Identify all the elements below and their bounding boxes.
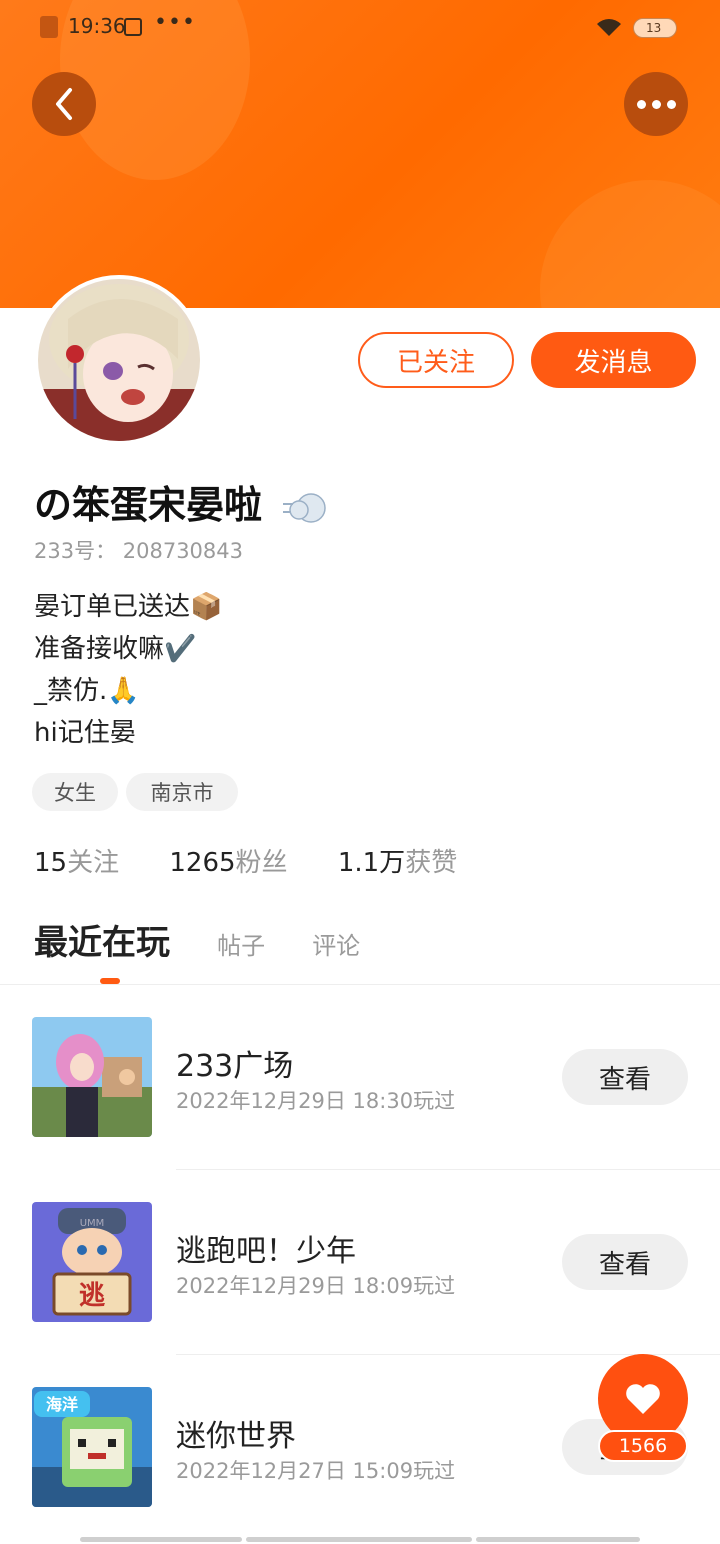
header-decoration	[540, 180, 720, 308]
bio-line: 晏订单已送达📦	[34, 592, 223, 622]
notification-icon	[40, 16, 58, 38]
like-count-badge: 1566	[598, 1430, 688, 1462]
scroll-indicator	[246, 1537, 472, 1542]
status-time: 19:36	[68, 14, 126, 38]
stat-fans[interactable]: 1265粉丝	[169, 842, 287, 879]
chevron-left-icon	[56, 88, 72, 120]
stat-label: 粉丝	[235, 848, 288, 878]
game-title: 逃跑吧！少年	[176, 1234, 356, 1269]
tab-posts[interactable]: 帖子	[217, 926, 265, 961]
nickname: の笨蛋宋晏啦	[34, 483, 263, 527]
user-id: 233号： 208730843	[34, 539, 244, 563]
game-thumbnail: UMM 逃	[32, 1202, 152, 1322]
sign-char: 逃	[79, 1281, 105, 1311]
scroll-indicator	[476, 1537, 640, 1542]
city-tag: 南京市	[126, 773, 238, 811]
bio: 晏订单已送达📦 准备接收嘛✔️ _禁仿.🙏 hi记住晏	[34, 586, 222, 754]
profile-tabs: 最近在玩 帖子 评论	[34, 915, 402, 964]
list-item[interactable]: UMM 逃 逃跑吧！少年 2022年12月29日 18:09玩过 查看	[0, 1170, 720, 1355]
stat-likes: 1.1万获赞	[338, 842, 457, 879]
tab-recently-played[interactable]: 最近在玩	[34, 915, 170, 964]
stat-number: 15	[34, 848, 68, 878]
heart-icon	[626, 1384, 660, 1414]
more-dot	[651, 99, 661, 109]
game-thumbnail	[32, 1017, 152, 1137]
stat-label: 获赞	[405, 848, 458, 878]
following-button[interactable]: 已关注	[358, 332, 514, 388]
game-played-time: 2022年12月29日 18:09玩过	[176, 1274, 456, 1298]
cap-label: UMM	[80, 1218, 105, 1229]
avatar[interactable]	[34, 275, 204, 445]
wifi-icon	[597, 19, 621, 36]
more-options-button[interactable]	[624, 72, 688, 136]
send-message-button[interactable]: 发消息	[531, 332, 696, 388]
gender-tag: 女生	[32, 773, 118, 811]
stat-number: 1265	[169, 848, 236, 878]
game-title: 233广场	[176, 1049, 294, 1084]
bio-line: hi记住晏	[34, 718, 136, 748]
avatar-image	[38, 279, 200, 441]
nickname-row: の笨蛋宋晏啦	[34, 474, 331, 529]
thumb-badge: 海洋	[46, 1395, 78, 1414]
tab-comments[interactable]: 评论	[312, 926, 360, 961]
game-title: 迷你世界	[176, 1419, 296, 1454]
game-played-time: 2022年12月29日 18:30玩过	[176, 1089, 456, 1113]
bio-line: _禁仿.🙏	[34, 676, 140, 706]
dash-cloud-emoji-icon	[283, 492, 326, 523]
view-game-button[interactable]: 查看	[562, 1234, 688, 1290]
stat-following[interactable]: 15关注	[34, 842, 119, 879]
view-game-button[interactable]: 查看	[562, 1049, 688, 1105]
game-thumbnail: 海洋	[32, 1387, 152, 1507]
more-horizontal-icon	[636, 99, 646, 109]
stats-row: 15关注 1265粉丝 1.1万获赞	[34, 842, 499, 879]
more-dot	[666, 99, 676, 109]
status-bar: 19:36 ••• 13	[0, 0, 720, 56]
stat-number: 1.1万	[337, 848, 406, 878]
list-item[interactable]: 233广场 2022年12月29日 18:30玩过 查看	[0, 985, 720, 1170]
status-more-indicator: •••	[154, 10, 196, 35]
game-played-time: 2022年12月27日 15:09玩过	[176, 1459, 456, 1483]
back-button[interactable]	[32, 72, 96, 136]
screenshot-icon	[124, 18, 142, 36]
stat-label: 关注	[67, 848, 120, 878]
bio-line: 准备接收嘛✔️	[34, 634, 197, 664]
scroll-indicator	[80, 1537, 242, 1542]
battery-indicator: 13	[633, 18, 677, 38]
